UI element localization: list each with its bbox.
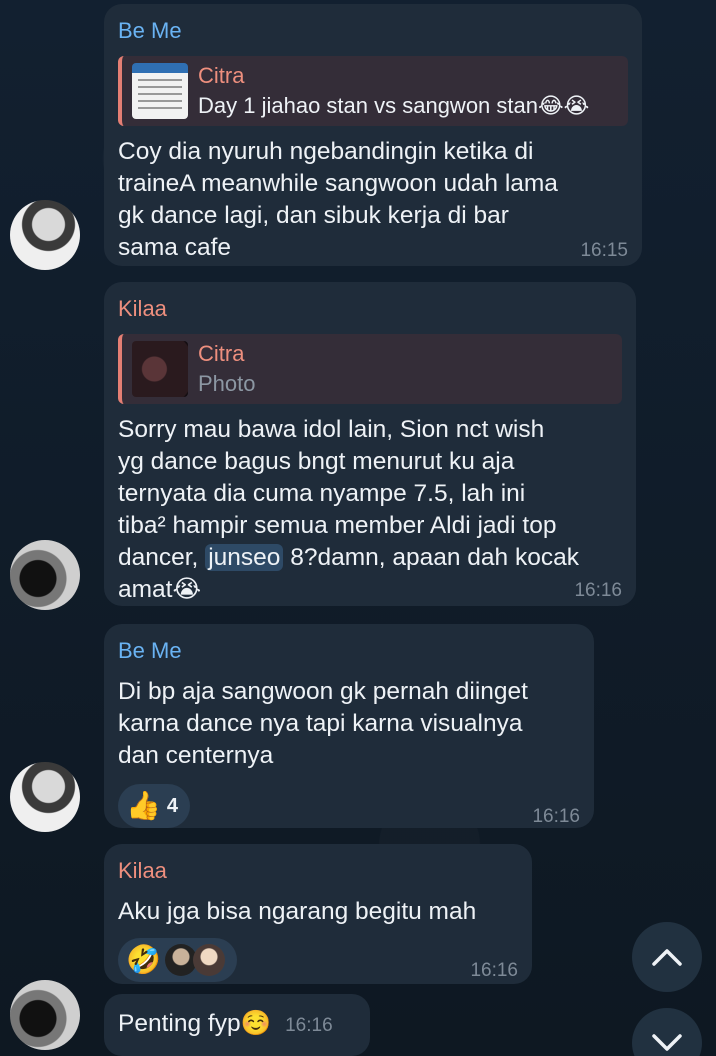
reaction-count: 4: [166, 794, 178, 817]
sender-name[interactable]: Kilaa: [118, 858, 518, 884]
sender-name[interactable]: Be Me: [118, 18, 628, 44]
rofl-icon: 🤣: [126, 944, 161, 975]
message-bubble[interactable]: Be Me Di bp aja sangwoon gk pernah diing…: [104, 624, 594, 828]
message-bubble[interactable]: Penting fyp☺️ 16:16: [104, 994, 370, 1056]
scroll-up-button[interactable]: [632, 922, 702, 992]
message-time: 16:16: [285, 1015, 333, 1036]
reply-sender: Citra: [198, 341, 245, 366]
message-bubble[interactable]: Be Me Citra Day 1 jiahao stan vs sangwon…: [104, 4, 642, 266]
reply-text: Photo: [198, 371, 256, 396]
message-text: Di bp aja sangwoon gk pernah diinget kar…: [118, 678, 528, 769]
message-text: Aku jga bisa ngarang begitu mah: [118, 898, 477, 925]
reactor-avatar: [192, 944, 225, 976]
reaction-chip[interactable]: 🤣: [118, 938, 237, 982]
avatar[interactable]: [10, 540, 80, 610]
message-time: 16:16: [532, 806, 580, 827]
reply-text: Day 1 jiahao stan vs sangwon stan😂😭: [198, 93, 590, 118]
reaction-chip[interactable]: 👍 4: [118, 784, 190, 828]
message-time: 16:16: [470, 960, 518, 981]
reply-sender: Citra: [198, 63, 245, 88]
avatar[interactable]: [10, 200, 80, 270]
message-text: Sorry mau bawa idol lain, Sion nct wish …: [118, 414, 622, 606]
chevron-up-icon: [652, 949, 682, 966]
sender-name[interactable]: Kilaa: [118, 296, 622, 322]
reply-quote[interactable]: Citra Photo: [118, 334, 622, 404]
chevron-down-icon: [652, 1034, 682, 1051]
message-text: Penting fyp☺️: [118, 1010, 272, 1037]
avatar[interactable]: [10, 980, 80, 1050]
reply-quote[interactable]: Citra Day 1 jiahao stan vs sangwon stan😂…: [118, 56, 628, 126]
reply-thumbnail: [132, 341, 188, 397]
message-bubble[interactable]: Kilaa Aku jga bisa ngarang begitu mah 🤣 …: [104, 844, 532, 984]
thumbs-up-icon: 👍: [126, 790, 161, 821]
sender-name[interactable]: Be Me: [118, 638, 580, 664]
message-bubble[interactable]: Kilaa Citra Photo Sorry mau bawa idol la…: [104, 282, 636, 606]
avatar[interactable]: [10, 762, 80, 832]
reply-thumbnail: [132, 63, 188, 119]
mention-link[interactable]: junseo: [205, 544, 284, 571]
